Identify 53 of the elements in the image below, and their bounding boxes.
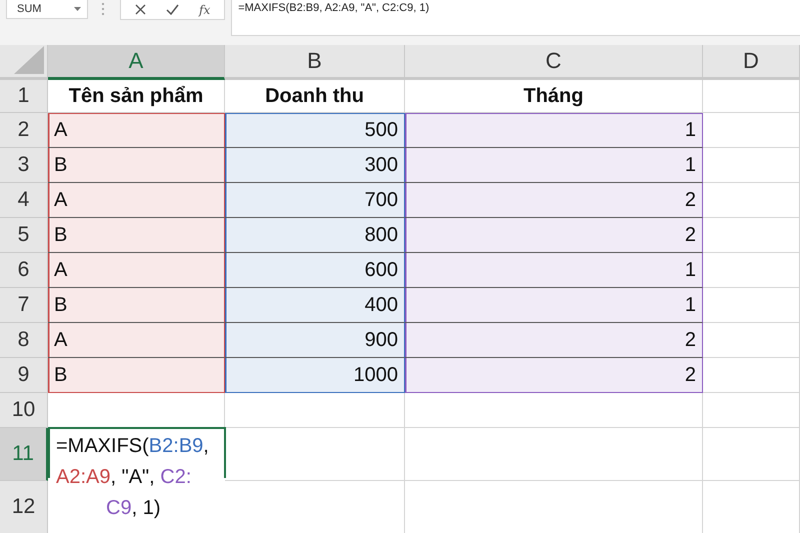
row-header[interactable]: 6 xyxy=(0,253,48,288)
row-header[interactable]: 11 xyxy=(0,428,48,481)
table-cell: A xyxy=(48,323,225,358)
table-cell: 2 xyxy=(405,183,703,218)
table-cell: 1 xyxy=(405,113,703,148)
table-cell: 1000 xyxy=(225,358,405,393)
column-header[interactable]: C xyxy=(405,45,703,80)
column-header[interactable]: D xyxy=(703,45,800,80)
empty-cell[interactable] xyxy=(225,428,405,481)
name-box[interactable]: SUM xyxy=(6,0,88,19)
table-cell: 1 xyxy=(405,148,703,183)
empty-cell[interactable] xyxy=(703,393,800,428)
dropdown-icon xyxy=(74,7,81,11)
table-cell: A xyxy=(48,253,225,288)
empty-cell[interactable] xyxy=(703,428,800,481)
row-header[interactable]: 5 xyxy=(0,218,48,253)
table-cell: A xyxy=(48,113,225,148)
checkmark-icon[interactable] xyxy=(166,4,179,15)
row-header[interactable]: 3 xyxy=(0,148,48,183)
empty-cell[interactable] xyxy=(703,80,800,113)
row-header[interactable]: 4 xyxy=(0,183,48,218)
table-cell: 300 xyxy=(225,148,405,183)
row-header[interactable]: 7 xyxy=(0,288,48,323)
row-header[interactable]: 2 xyxy=(0,113,48,148)
table-cell: 1 xyxy=(405,288,703,323)
table-cell: 2 xyxy=(405,218,703,253)
table-cell: B xyxy=(48,218,225,253)
table-cell: 900 xyxy=(225,323,405,358)
table-cell: 600 xyxy=(225,253,405,288)
empty-cell[interactable] xyxy=(225,393,405,428)
table-cell: 800 xyxy=(225,218,405,253)
row-header[interactable]: 10 xyxy=(0,393,48,428)
column-header[interactable]: A xyxy=(48,45,225,80)
formula-field[interactable]: =MAXIFS(B2:B9, A2:A9, "A", C2:C9, 1) xyxy=(231,0,800,36)
table-cell: A xyxy=(48,183,225,218)
table-cell: 1 xyxy=(405,253,703,288)
table-cell: 2 xyxy=(405,358,703,393)
empty-cell[interactable] xyxy=(405,428,703,481)
table-cell: 700 xyxy=(225,183,405,218)
row-header[interactable]: 9 xyxy=(0,358,48,393)
empty-cell[interactable] xyxy=(405,393,703,428)
table-cell: 500 xyxy=(225,113,405,148)
column-header[interactable]: B xyxy=(225,45,405,80)
row-header[interactable]: 12 xyxy=(0,481,48,533)
table-cell: 400 xyxy=(225,288,405,323)
table-cell: B xyxy=(48,358,225,393)
close-icon[interactable] xyxy=(135,4,146,15)
row-header[interactable]: 8 xyxy=(0,323,48,358)
table-cell: B xyxy=(48,288,225,323)
insert-function-button[interactable]: fx xyxy=(199,2,210,16)
row-header[interactable]: 1 xyxy=(0,80,48,113)
table-cell: 2 xyxy=(405,323,703,358)
table-cell: B xyxy=(48,148,225,183)
